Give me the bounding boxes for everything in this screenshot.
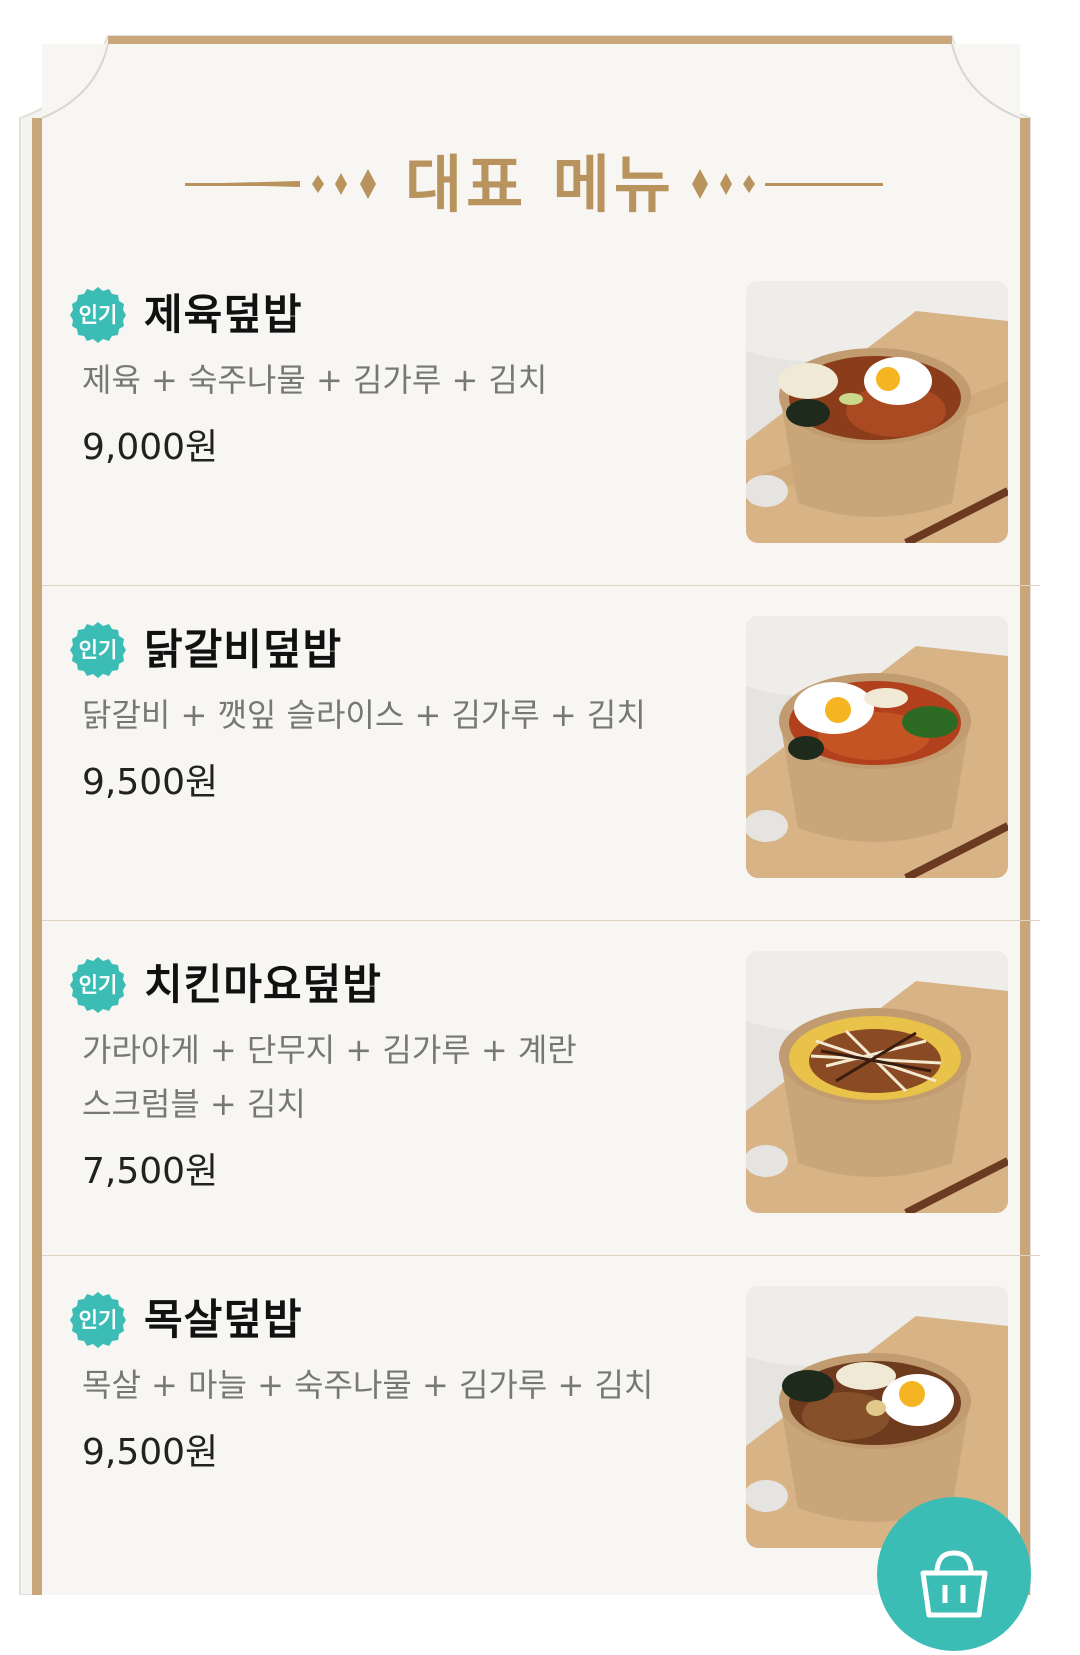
description-line: 가라아게 + 단무지 + 김가루 + 계란: [82, 1031, 577, 1069]
menu-item[interactable]: 인기 제육덮밥 제육 + 숙주나물 + 김가루 + 김치 9,000원: [42, 245, 1040, 586]
menu-item-description: 가라아게 + 단무지 + 김가루 + 계란 스크럼블 + 김치: [82, 1023, 702, 1131]
badge-label: 인기: [78, 1308, 118, 1332]
menu-item-price: 9,500원: [82, 1432, 219, 1473]
badge-label: 인기: [78, 638, 118, 662]
popular-badge: 인기: [68, 620, 128, 680]
menu-item-description: 목살 + 마늘 + 숙주나물 + 김가루 + 김치: [82, 1358, 702, 1412]
menu-item-name: 제육덮밥: [144, 290, 303, 339]
description-line: 닭갈비 + 깻잎 슬라이스 + 김가루 + 김치: [82, 696, 646, 734]
badge-label: 인기: [78, 303, 118, 327]
bowl-image: [746, 951, 1008, 1213]
description-line: 스크럼블 + 김치: [82, 1085, 306, 1123]
badge-label: 인기: [78, 973, 118, 997]
menu-item-price: 7,500원: [82, 1151, 219, 1192]
popular-badge: 인기: [68, 285, 128, 345]
menu-item-name: 닭갈비덮밥: [144, 625, 343, 674]
food-photo-chicken-mayo[interactable]: [746, 951, 1008, 1213]
food-photo-jeyuk[interactable]: [746, 281, 1008, 543]
shopping-bag-icon: [920, 1550, 988, 1618]
menu-item-price: 9,000원: [82, 427, 219, 468]
menu-item-name: 치킨마요덮밥: [144, 960, 382, 1009]
menu-item-name: 목살덮밥: [144, 1295, 303, 1344]
bowl-image: [746, 281, 1008, 543]
section-heading: 대표 메뉴: [0, 145, 1080, 225]
cart-button[interactable]: [877, 1497, 1031, 1651]
food-photo-dakgalbi[interactable]: [746, 616, 1008, 878]
section-title: 대표 메뉴: [405, 148, 675, 221]
description-line: 목살 + 마늘 + 숙주나물 + 김가루 + 김치: [82, 1366, 654, 1404]
menu-item-price: 9,500원: [82, 762, 219, 803]
popular-badge: 인기: [68, 955, 128, 1015]
menu-item-description: 제육 + 숙주나물 + 김가루 + 김치: [82, 353, 702, 407]
popular-badge: 인기: [68, 1290, 128, 1350]
description-line: 제육 + 숙주나물 + 김가루 + 김치: [82, 361, 548, 399]
menu-item-description: 닭갈비 + 깻잎 슬라이스 + 김가루 + 김치: [82, 688, 702, 742]
bowl-image: [746, 616, 1008, 878]
menu-item[interactable]: 인기 치킨마요덮밥 가라아게 + 단무지 + 김가루 + 계란 스크럼블 + 김…: [42, 915, 1040, 1256]
menu-item[interactable]: 인기 닭갈비덮밥 닭갈비 + 깻잎 슬라이스 + 김가루 + 김치 9,500원: [42, 580, 1040, 921]
